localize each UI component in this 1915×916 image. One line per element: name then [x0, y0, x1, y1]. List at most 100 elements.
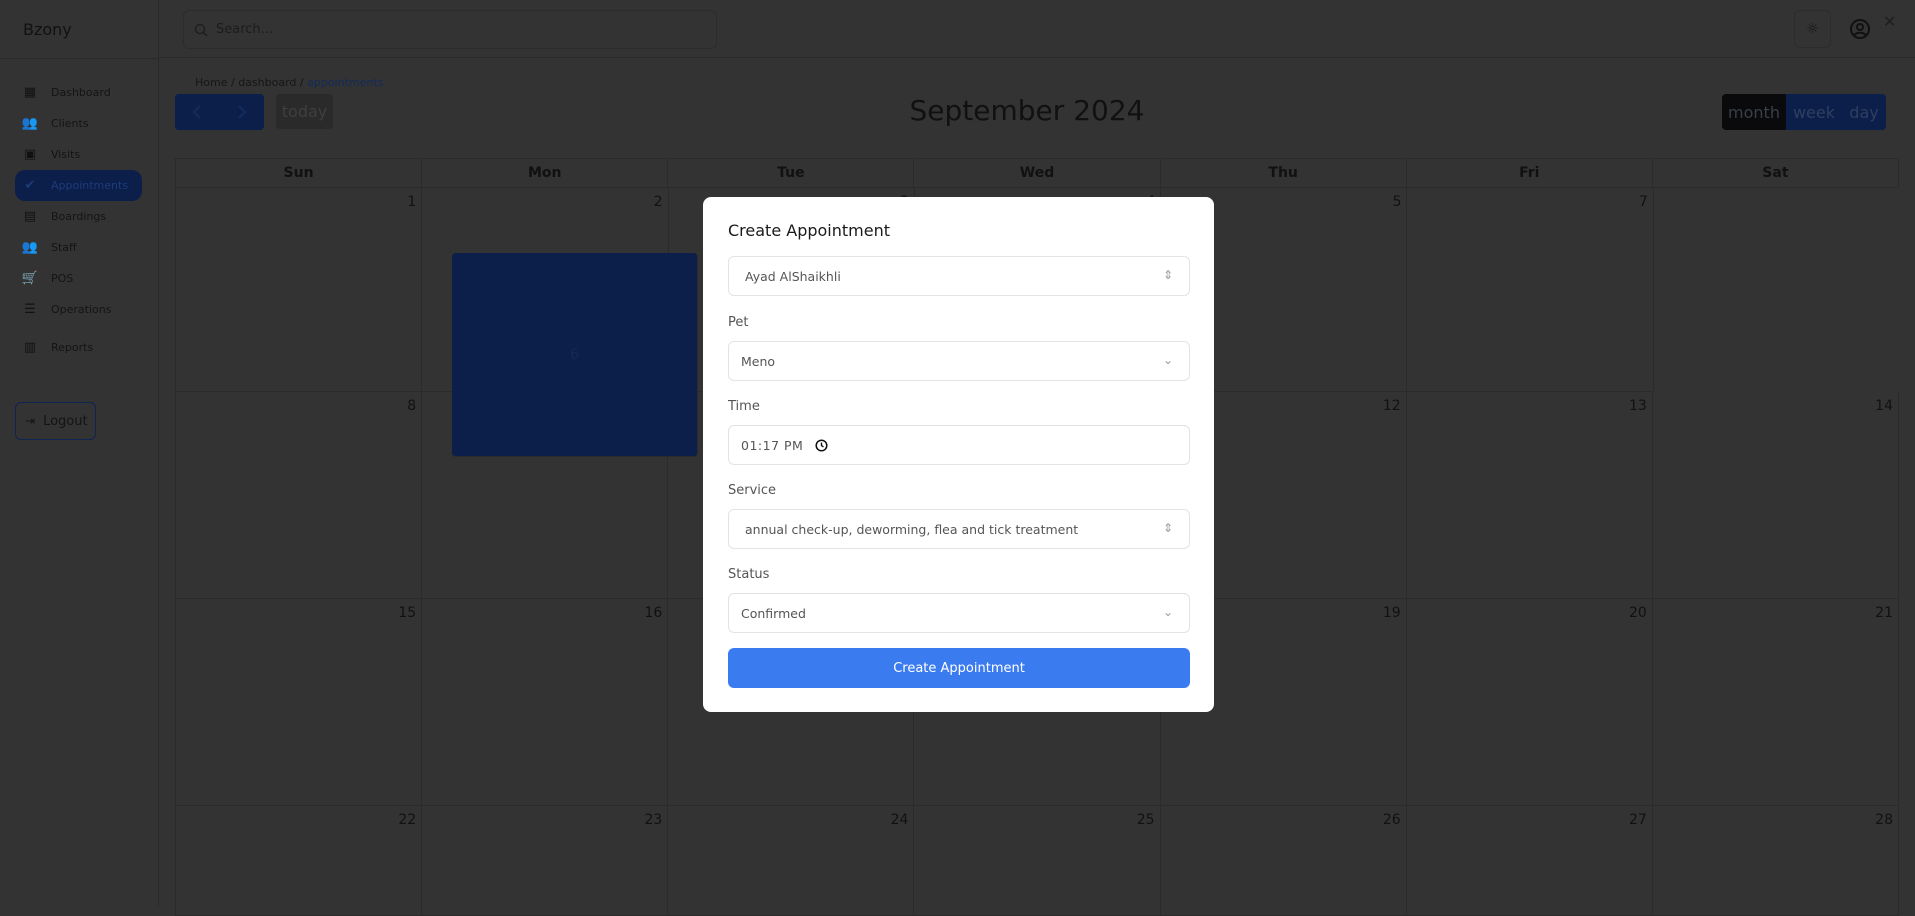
sidebar-item-reports[interactable]: ▥ Reports	[15, 332, 142, 363]
service-value: annual check-up, deworming, flea and tic…	[745, 521, 1079, 537]
next-button[interactable]	[220, 94, 265, 130]
day-number[interactable]: 22	[398, 812, 416, 828]
day-number[interactable]: 14	[1875, 398, 1893, 414]
day-number[interactable]: 13	[1629, 398, 1647, 414]
day-cell[interactable]: 23	[422, 806, 669, 916]
day-cell[interactable]: 27	[1406, 806, 1653, 916]
brand-logo: Bzony	[23, 20, 72, 39]
cart-icon: 🛒	[21, 271, 39, 286]
prev-button[interactable]	[175, 94, 220, 130]
status-select[interactable]: Confirmed ⌄	[728, 593, 1190, 633]
client-value: Ayad AlShaikhli	[745, 268, 841, 284]
breadcrumb-home[interactable]: Home	[195, 76, 227, 89]
day-cell[interactable]: 14	[1652, 392, 1899, 599]
chevron-down-icon: ⌄	[1162, 353, 1173, 367]
view-switcher: month week day	[1722, 94, 1886, 130]
user-menu-button[interactable]	[1845, 14, 1875, 44]
sidebar-item-appointments[interactable]: ✔ Appointments	[15, 170, 142, 201]
chevron-right-icon	[237, 105, 247, 119]
day-number[interactable]: 25	[1137, 812, 1155, 828]
breadcrumb-separator: /	[299, 76, 304, 89]
search-placeholder: Search...	[216, 22, 274, 37]
logout-label: Logout	[43, 413, 88, 429]
sidebar-item-pos[interactable]: 🛒 POS	[15, 263, 142, 294]
day-cell[interactable]: 25	[914, 806, 1161, 916]
day-number[interactable]: 12	[1383, 398, 1401, 414]
sidebar-item-staff[interactable]: 👥 Staff	[15, 232, 142, 263]
day-cell[interactable]: 15	[176, 599, 423, 806]
pet-select[interactable]: Meno ⌄	[728, 341, 1190, 381]
sidebar-item-label: Clients	[51, 117, 89, 130]
status-label: Status	[728, 567, 770, 582]
time-input[interactable]: 01:17 PM	[728, 425, 1190, 465]
sidebar-item-visits[interactable]: ▣ Visits	[15, 139, 142, 170]
sidebar: Bzony ▦ Dashboard 👥 Clients ▣ Visits ✔ Appointm…	[0, 0, 159, 906]
day-number[interactable]: 20	[1629, 605, 1647, 621]
calendar-week: 22 23 24 25 26 27 28	[176, 806, 1899, 916]
create-appointment-modal: Create Appointment Ayad AlShaikhli ⇕ Pet …	[703, 197, 1214, 712]
updown-icon: ⇕	[1162, 268, 1173, 282]
sidebar-item-dashboard[interactable]: ▦ Dashboard	[15, 77, 142, 108]
top-bar: Search... ☼ ✕	[159, 0, 1915, 58]
people-icon: 👥	[21, 240, 39, 255]
day-number[interactable]: 15	[398, 605, 416, 621]
day-cell[interactable]: 7	[1407, 188, 1654, 392]
day-cell[interactable]: 28	[1652, 806, 1899, 916]
day-cell[interactable]: 22	[176, 806, 423, 916]
clock-icon[interactable]	[815, 438, 828, 452]
service-select[interactable]: annual check-up, deworming, flea and tic…	[728, 509, 1190, 549]
create-appointment-button[interactable]: Create Appointment	[728, 648, 1190, 688]
calendar-title: September 2024	[909, 94, 1145, 127]
breadcrumb-separator: /	[230, 76, 235, 89]
day-number[interactable]: 21	[1875, 605, 1893, 621]
close-icon[interactable]: ✕	[1883, 12, 1896, 31]
day-number[interactable]: 27	[1629, 812, 1647, 828]
sidebar-item-label: Operations	[51, 303, 112, 316]
day-cell[interactable]: 8	[176, 392, 423, 599]
day-number[interactable]: 23	[644, 812, 662, 828]
logout-button[interactable]: ⇥ Logout	[15, 402, 96, 440]
day-number[interactable]: 5	[1393, 194, 1402, 210]
weekday-sat: Sat	[1652, 159, 1899, 188]
calendar-nav	[175, 94, 264, 130]
client-select[interactable]: Ayad AlShaikhli ⇕	[728, 256, 1190, 296]
sidebar-item-operations[interactable]: ☰ Operations	[15, 294, 142, 325]
view-month-button[interactable]: month	[1722, 94, 1786, 130]
day-number[interactable]: 8	[407, 398, 416, 414]
weekday-mon: Mon	[422, 159, 669, 188]
day-number[interactable]: 6	[570, 347, 579, 363]
logout-icon: ⇥	[25, 414, 36, 428]
sidebar-item-boardings[interactable]: ▤ Boardings	[15, 201, 142, 232]
search-input[interactable]: Search...	[183, 10, 717, 49]
modal-title: Create Appointment	[728, 221, 890, 240]
day-cell[interactable]: 26	[1160, 806, 1407, 916]
day-cell[interactable]: 21	[1652, 599, 1899, 806]
day-number[interactable]: 28	[1875, 812, 1893, 828]
day-cell[interactable]: 20	[1406, 599, 1653, 806]
today-button[interactable]: today	[276, 94, 333, 129]
view-day-button[interactable]: day	[1842, 94, 1886, 130]
status-value: Confirmed	[741, 605, 806, 621]
theme-toggle-button[interactable]: ☼	[1794, 10, 1831, 48]
day-number[interactable]: 26	[1383, 812, 1401, 828]
day-number[interactable]: 24	[891, 812, 909, 828]
day-cell[interactable]: 16	[422, 599, 669, 806]
day-cell[interactable]: 13	[1406, 392, 1653, 599]
day-number[interactable]: 1	[407, 194, 416, 210]
updown-icon: ⇕	[1162, 521, 1173, 535]
day-cell[interactable]: 1	[176, 188, 423, 392]
day-number[interactable]: 19	[1383, 605, 1401, 621]
sidebar-item-label: Staff	[51, 241, 77, 254]
breadcrumb-dashboard[interactable]: dashboard	[238, 76, 296, 89]
sidebar-item-clients[interactable]: 👥 Clients	[15, 108, 142, 139]
day-cell[interactable]: 6	[452, 253, 699, 457]
day-number[interactable]: 16	[644, 605, 662, 621]
weekday-sun: Sun	[176, 159, 423, 188]
day-number[interactable]: 2	[654, 194, 663, 210]
weekday-tue: Tue	[668, 159, 915, 188]
sidebar-item-label: Reports	[51, 341, 94, 354]
day-number[interactable]: 7	[1639, 194, 1648, 210]
weekday-wed: Wed	[914, 159, 1161, 188]
day-cell[interactable]: 24	[668, 806, 915, 916]
view-week-button[interactable]: week	[1786, 94, 1842, 130]
